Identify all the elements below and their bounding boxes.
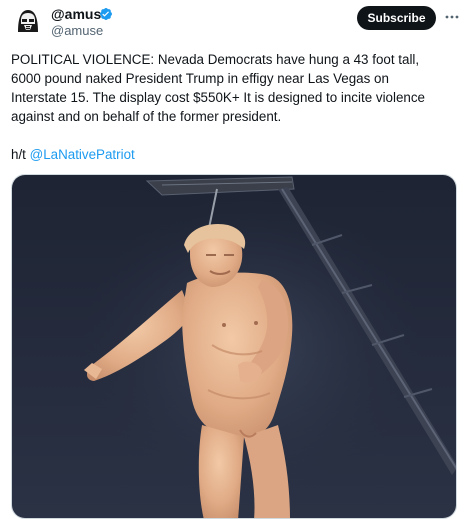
- author-handle[interactable]: @amuse: [51, 23, 103, 39]
- tweet-media-image[interactable]: [11, 174, 457, 519]
- author-avatar[interactable]: [11, 4, 45, 38]
- hat-tip-prefix: h/t: [11, 147, 30, 162]
- verified-badge-icon: [100, 8, 112, 20]
- more-horizontal-icon[interactable]: [444, 9, 460, 25]
- stormtrooper-avatar-icon: [11, 4, 45, 38]
- subscribe-button[interactable]: Subscribe: [357, 6, 436, 30]
- effigy-photo: [12, 175, 456, 518]
- mention-link[interactable]: @LaNativePatriot: [30, 147, 135, 162]
- hat-tip-line: h/t @LaNativePatriot: [11, 145, 135, 164]
- tweet-body-text: POLITICAL VIOLENCE: Nevada Democrats hav…: [11, 52, 425, 124]
- tweet-card: @amuse @amuse Subscribe POLITICAL VIOLEN…: [0, 0, 468, 519]
